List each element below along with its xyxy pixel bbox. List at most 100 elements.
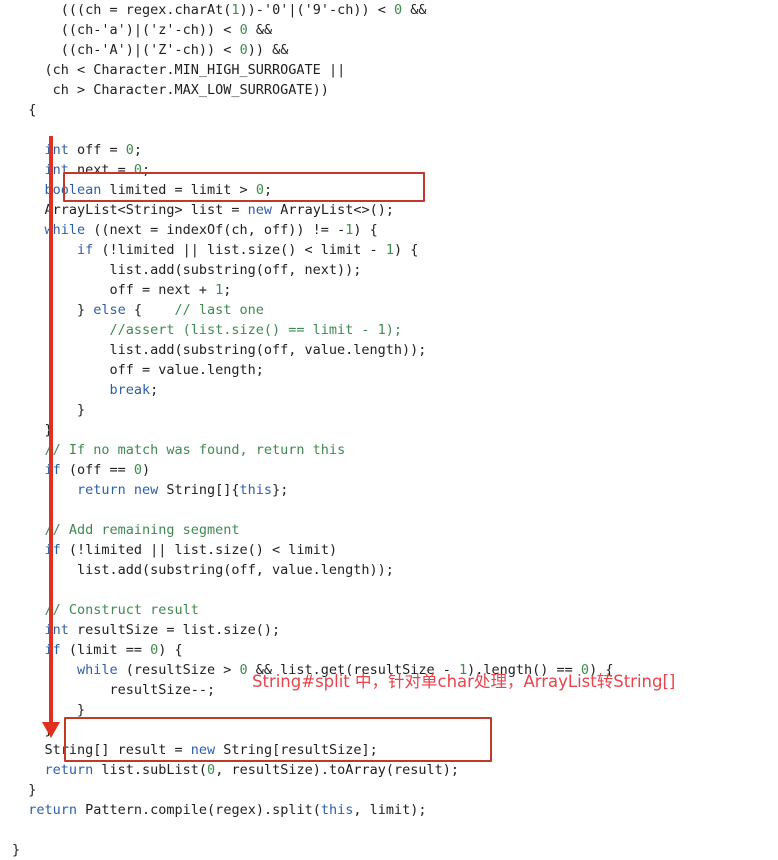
- code-token: }: [76, 702, 86, 718]
- code-token: ;: [150, 382, 159, 398]
- code-token: 0: [255, 182, 264, 198]
- code-token: '0': [263, 2, 289, 18]
- code-token: &&: [247, 22, 273, 38]
- code-token: ch > Character.MAX_LOW_SURROGATE)): [52, 82, 329, 98]
- code-line: // If no match was found, return this: [0, 440, 778, 460]
- code-token: while: [44, 222, 86, 238]
- code-token: }: [76, 302, 94, 318]
- code-token: list.add(substring(off, value.length));: [109, 342, 427, 358]
- code-token: int: [44, 142, 69, 158]
- code-line: while (resultSize > 0 && list.get(result…: [0, 660, 778, 680]
- code-token: ;: [223, 282, 232, 298]
- code-token: 'a': [101, 22, 126, 38]
- code-token: ((ch-: [60, 22, 102, 38]
- code-line: ArrayList<String> list = new ArrayList<>…: [0, 200, 778, 220]
- code-token: 1: [458, 662, 468, 678]
- code-token: 'A': [101, 42, 126, 58]
- code-token: else: [93, 302, 126, 318]
- code-token: //assert (list.size() == limit - 1);: [109, 322, 403, 338]
- code-token: int: [44, 622, 69, 638]
- code-token: off = value.length;: [109, 362, 264, 378]
- code-token: boolean: [44, 182, 102, 198]
- code-token: '9': [304, 2, 329, 18]
- code-line: (ch < Character.MIN_HIGH_SURROGATE ||: [0, 60, 778, 80]
- code-token: 'Z': [150, 42, 175, 58]
- code-line: list.add(substring(off, value.length));: [0, 560, 778, 580]
- code-token: return: [28, 802, 78, 818]
- code-token: if: [76, 242, 94, 258]
- code-token: // Construct result: [44, 602, 199, 618]
- code-token: )|(: [125, 22, 151, 38]
- code-line: int off = 0;: [0, 140, 778, 160]
- code-token: if: [44, 462, 61, 478]
- code-line: return Pattern.compile(regex).split(this…: [0, 800, 778, 820]
- code-token: ) {: [589, 662, 614, 678]
- code-token: resultSize = list.size();: [68, 622, 281, 638]
- code-line: // Add remaining segment: [0, 520, 778, 540]
- code-token: String[]{: [158, 482, 240, 498]
- code-line: } else { // last one: [0, 300, 778, 320]
- code-token: list.add(substring(off, value.length));: [76, 562, 394, 578]
- code-token: ) {: [158, 642, 183, 658]
- code-line: }: [0, 780, 778, 800]
- code-token: list.add(substring(off, next));: [109, 262, 362, 278]
- code-token: ArrayList<>();: [272, 202, 394, 218]
- code-token: off = next +: [109, 282, 216, 298]
- code-token: 'z': [150, 22, 175, 38]
- code-token: String[] result =: [44, 742, 191, 758]
- code-token: }: [76, 402, 86, 418]
- code-line: }: [0, 700, 778, 720]
- code-token: this: [239, 482, 273, 498]
- code-line: return list.subList(0, resultSize).toArr…: [0, 760, 778, 780]
- code-token: , limit);: [353, 802, 427, 818]
- code-line: (((ch = regex.charAt(1))-'0'|('9'-ch)) <…: [0, 0, 778, 20]
- code-token: 0: [580, 662, 590, 678]
- code-token: ;: [263, 182, 273, 198]
- code-token: String[resultSize];: [215, 742, 378, 758]
- code-token: )|(: [125, 42, 151, 58]
- code-token: , resultSize).toArray(result);: [215, 762, 460, 778]
- code-line: off = value.length;: [0, 360, 778, 380]
- code-token: ((next = indexOf(ch, off)) != -: [85, 222, 346, 238]
- code-line: return new String[]{this};: [0, 480, 778, 500]
- code-token: (!limited || list.size() < limit -: [93, 242, 386, 258]
- code-token: 0: [239, 662, 248, 678]
- code-token: (off ==: [60, 462, 134, 478]
- code-token: && list.get(resultSize -: [247, 662, 459, 678]
- code-line: }: [0, 840, 778, 860]
- code-token: 0: [394, 2, 403, 18]
- code-token: new: [247, 202, 273, 218]
- code-line: {: [0, 100, 778, 120]
- code-token: return: [76, 482, 126, 498]
- code-token: (resultSize >: [117, 662, 240, 678]
- code-line: if (limit == 0) {: [0, 640, 778, 660]
- code-token: ;: [142, 162, 151, 178]
- code-token: new: [133, 482, 159, 498]
- code-line: while ((next = indexOf(ch, off)) != -1) …: [0, 220, 778, 240]
- code-line: //assert (list.size() == limit - 1);: [0, 320, 778, 340]
- code-viewer: (((ch = regex.charAt(1))-'0'|('9'-ch)) <…: [0, 0, 778, 858]
- code-token: -ch)) <: [174, 22, 240, 38]
- code-token: if: [44, 542, 61, 558]
- code-token: {: [125, 302, 175, 318]
- code-line: String[] result = new String[resultSize]…: [0, 740, 778, 760]
- code-token: }: [28, 782, 37, 798]
- code-token: )) &&: [247, 42, 289, 58]
- code-token: {: [28, 102, 37, 118]
- code-token: 0: [207, 762, 216, 778]
- code-token: list.subList(: [93, 762, 208, 778]
- code-line: ((ch-'A')|('Z'-ch)) < 0)) &&: [0, 40, 778, 60]
- code-token: }: [12, 842, 21, 858]
- code-token: 0: [125, 142, 134, 158]
- code-token: 0: [239, 22, 248, 38]
- code-line: boolean limited = limit > 0;: [0, 180, 778, 200]
- code-token: if: [44, 642, 61, 658]
- code-line: break;: [0, 380, 778, 400]
- code-token: limited = limit >: [101, 182, 256, 198]
- code-token: ) {: [353, 222, 378, 238]
